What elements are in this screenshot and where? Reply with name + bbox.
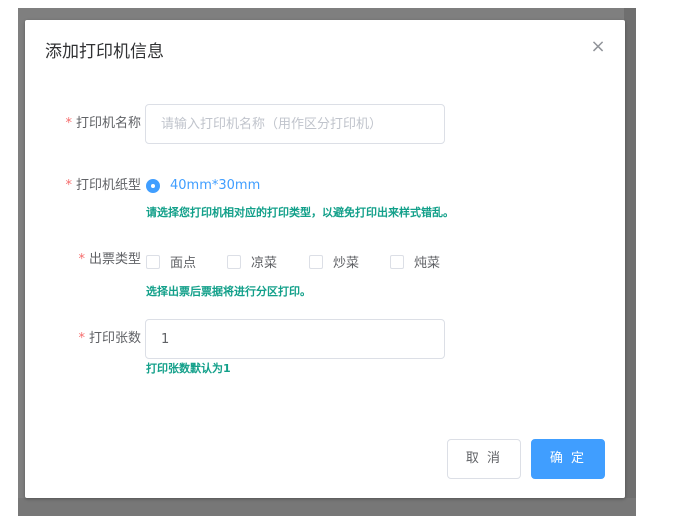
confirm-button[interactable]: 确 定 [531, 439, 605, 479]
printer-name-input[interactable] [145, 104, 445, 144]
checkbox-icon [309, 254, 323, 269]
printer-name-label-text: 打印机名称 [75, 116, 141, 131]
required-mark: * [78, 331, 85, 346]
required-mark: * [78, 252, 85, 267]
close-icon[interactable]: × [589, 38, 607, 56]
paper-type-option-label: 40mm*30mm [170, 178, 261, 193]
modal-overlay-bottom [18, 498, 636, 516]
checkbox-icon [227, 254, 241, 269]
copies-label-text: 打印张数 [88, 331, 141, 346]
copies-label: * 打印张数 [31, 330, 141, 348]
checkbox-icon [390, 254, 404, 269]
paper-type-radio-40x30[interactable]: 40mm*30mm [146, 178, 260, 193]
copies-input[interactable] [145, 319, 445, 359]
checkbox-icon [146, 254, 160, 269]
printer-name-label: * 打印机名称 [31, 115, 141, 133]
checkbox-label: 凉菜 [251, 256, 278, 271]
paper-type-label-text: 打印机纸型 [75, 178, 141, 193]
ticket-type-checkbox-mianding[interactable]: 面点 [146, 252, 196, 271]
ticket-type-label-text: 出票类型 [88, 252, 141, 267]
checkbox-label: 炒菜 [333, 256, 360, 271]
ticket-type-checkbox-liangcai[interactable]: 凉菜 [227, 252, 277, 271]
copies-hint: 打印张数默认为1 [146, 362, 231, 375]
required-mark: * [65, 116, 72, 131]
radio-checked-icon [146, 178, 160, 193]
ticket-type-checkbox-duncai[interactable]: 炖菜 [390, 252, 440, 271]
dialog-title: 添加打印机信息 [45, 42, 164, 62]
paper-type-hint: 请选择您打印机相对应的打印类型，以避免打印出来样式错乱。 [146, 206, 454, 219]
ticket-type-label: * 出票类型 [31, 251, 141, 269]
ticket-type-checkbox-chaocai[interactable]: 炒菜 [309, 252, 359, 271]
ticket-type-hint: 选择出票后票据将进行分区打印。 [146, 285, 311, 298]
checkbox-label: 炖菜 [414, 256, 441, 271]
modal-overlay-edge [624, 8, 636, 516]
paper-type-label: * 打印机纸型 [31, 177, 141, 195]
checkbox-label: 面点 [170, 256, 197, 271]
cancel-button[interactable]: 取 消 [447, 439, 521, 479]
required-mark: * [65, 178, 72, 193]
add-printer-dialog: 添加打印机信息 × *打印机名称 *打印机纸型 40mm*30mm 请选择您打印… [25, 20, 625, 498]
